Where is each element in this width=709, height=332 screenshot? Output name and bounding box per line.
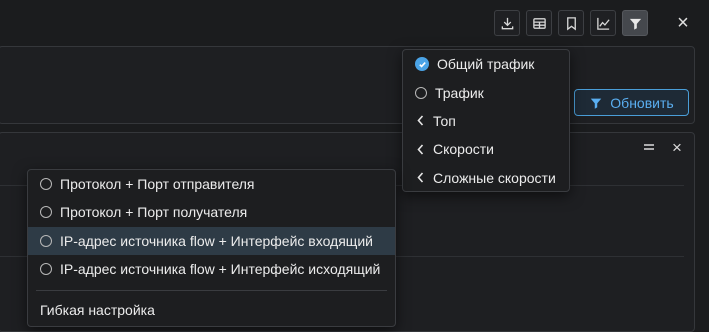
menu-divider — [36, 290, 387, 292]
refresh-button[interactable]: Обновить — [574, 89, 689, 116]
panel-close-icon[interactable]: × — [670, 139, 684, 156]
radio-icon — [40, 234, 52, 247]
menu-item-ip-iface-in[interactable]: IP-адрес источника flow + Интерфейс вход… — [28, 226, 395, 255]
table-icon — [532, 17, 546, 29]
menu-item-protocol-src-port[interactable]: Протокол + Порт отправителя — [28, 170, 395, 198]
table-button[interactable] — [526, 10, 552, 36]
line-chart-icon — [596, 17, 610, 30]
radio-icon — [40, 263, 52, 276]
download-icon — [501, 17, 513, 29]
close-button[interactable]: × — [673, 12, 693, 34]
download-button[interactable] — [494, 10, 520, 36]
menu-item-custom-settings[interactable]: Гибкая настройка — [28, 297, 395, 323]
bookmark-icon — [566, 16, 576, 30]
bookmark-button[interactable] — [558, 10, 584, 36]
radio-icon — [40, 178, 52, 191]
menu-item-protocol-dst-port[interactable]: Протокол + Порт получателя — [28, 198, 395, 226]
check-icon — [415, 57, 429, 72]
menu-item-top[interactable]: Топ — [403, 107, 569, 135]
menu-item-ip-iface-out[interactable]: IP-адрес источника flow + Интерфейс исхо… — [28, 255, 395, 283]
top-toolbar — [494, 10, 648, 38]
chart-button[interactable] — [590, 10, 616, 36]
close-icon: × — [677, 12, 689, 34]
collapse-icon[interactable] — [642, 140, 656, 154]
radio-icon — [415, 86, 427, 99]
chevron-left-icon — [415, 115, 425, 127]
filter-icon — [591, 98, 602, 109]
chevron-left-icon — [415, 144, 425, 155]
traffic-menu: Общий трафик Трафик Топ Скорости Сложные… — [402, 49, 570, 192]
chevron-left-icon — [415, 172, 425, 183]
grouping-menu: Протокол + Порт отправителя Протокол + П… — [27, 169, 396, 327]
menu-item-traffic[interactable]: Трафик — [403, 78, 569, 106]
panel-header-icons: × — [642, 139, 684, 156]
radio-icon — [40, 206, 52, 219]
refresh-label: Обновить — [610, 94, 674, 111]
menu-item-speeds[interactable]: Скорости — [403, 135, 569, 163]
menu-item-total-traffic[interactable]: Общий трафик — [403, 50, 569, 78]
filter-icon — [629, 18, 641, 30]
menu-item-complex-speeds[interactable]: Сложные скорости — [403, 164, 569, 192]
filter-button[interactable] — [622, 10, 648, 36]
